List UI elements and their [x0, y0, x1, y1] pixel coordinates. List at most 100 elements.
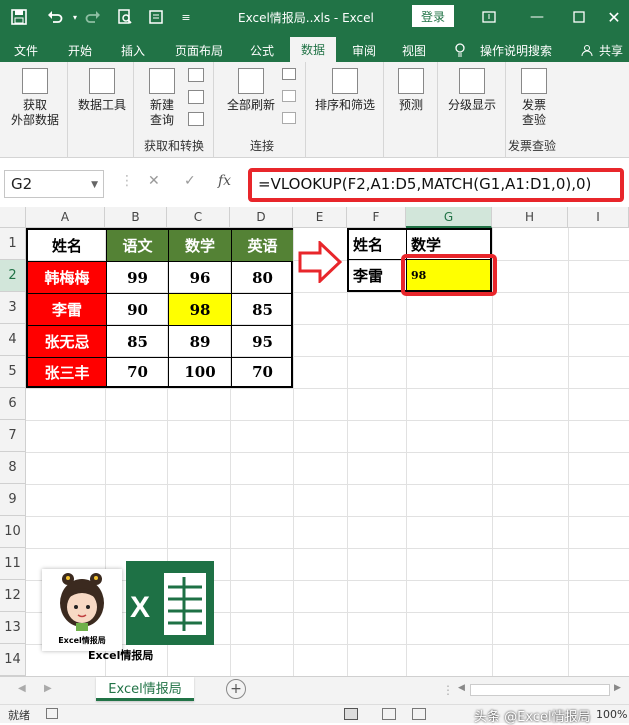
print-preview-icon[interactable]	[114, 6, 136, 28]
table-cell[interactable]: 99	[107, 262, 169, 294]
row-header-11[interactable]: 11	[0, 548, 26, 580]
table-cell[interactable]: 80	[232, 262, 293, 294]
normal-view-icon[interactable]	[344, 708, 358, 720]
table-cell[interactable]: 70	[107, 358, 169, 386]
edit-links-icon[interactable]	[282, 112, 296, 124]
insert-function-icon[interactable]: fx	[218, 173, 231, 189]
forecast-button[interactable]: 预测	[390, 68, 432, 113]
worksheet-grid[interactable]: A B C D E F G H I 1 2 3 4 5 6 7 8 9 10 1…	[0, 207, 629, 676]
table-name-cell[interactable]: 张三丰	[28, 358, 107, 386]
from-table-icon[interactable]	[188, 90, 204, 104]
table-name-cell[interactable]: 李雷	[28, 294, 107, 326]
lightbulb-icon[interactable]	[452, 38, 468, 62]
maximize-icon[interactable]	[568, 6, 590, 28]
redo-icon[interactable]	[82, 6, 104, 28]
recent-sources-icon[interactable]	[188, 112, 204, 126]
tab-review[interactable]: 审阅	[344, 38, 384, 62]
select-all-corner[interactable]	[0, 207, 26, 228]
tab-page-layout[interactable]: 页面布局	[167, 38, 231, 62]
lookup-name-input[interactable]: 李雷	[349, 260, 407, 290]
refresh-all-button[interactable]: 全部刷新	[222, 68, 280, 113]
column-header-b[interactable]: B	[105, 207, 167, 228]
sheet-tab-active[interactable]: Excel情报局	[96, 677, 194, 701]
hscroll-right-icon[interactable]: ▶	[614, 683, 621, 693]
new-query-button[interactable]: 新建 查询	[140, 68, 184, 128]
tab-home[interactable]: 开始	[60, 38, 100, 62]
row-header-10[interactable]: 10	[0, 516, 26, 548]
tab-formulas[interactable]: 公式	[242, 38, 282, 62]
show-queries-icon[interactable]	[188, 68, 204, 82]
scroll-right-icon[interactable]: ▶	[44, 683, 52, 694]
row-header-14[interactable]: 14	[0, 644, 26, 676]
column-header-e[interactable]: E	[293, 207, 347, 228]
column-header-d[interactable]: D	[230, 207, 293, 228]
row-header-1[interactable]: 1	[0, 228, 26, 260]
column-header-c[interactable]: C	[167, 207, 230, 228]
tell-me-search[interactable]: 操作说明搜索	[474, 38, 558, 62]
undo-icon[interactable]	[44, 6, 66, 28]
row-header-9[interactable]: 9	[0, 484, 26, 516]
formula-input[interactable]: =VLOOKUP(F2,A1:D5,MATCH(G1,A1:D1,0),0)	[248, 168, 624, 202]
tab-insert[interactable]: 插入	[113, 38, 153, 62]
row-header-13[interactable]: 13	[0, 612, 26, 644]
ribbon-display-icon[interactable]	[478, 6, 500, 28]
row-header-7[interactable]: 7	[0, 420, 26, 452]
row-header-5[interactable]: 5	[0, 356, 26, 388]
chevron-down-icon[interactable]: ▼	[91, 180, 98, 190]
column-header-h[interactable]: H	[492, 207, 568, 228]
table-header-cell[interactable]: 姓名	[28, 230, 107, 262]
share-button[interactable]: 共享	[596, 38, 626, 62]
save-icon[interactable]	[8, 6, 30, 28]
enter-icon[interactable]: ✓	[184, 173, 196, 189]
data-tools-button[interactable]: 数据工具	[74, 68, 130, 113]
scroll-left-icon[interactable]: ◀	[18, 683, 26, 694]
table-name-cell[interactable]: 张无忌	[28, 326, 107, 358]
name-box[interactable]: G2 ▼	[4, 170, 104, 198]
row-header-2[interactable]: 2	[0, 260, 26, 292]
row-header-3[interactable]: 3	[0, 292, 26, 324]
more-sheets-icon[interactable]: ⋮	[442, 683, 454, 697]
connections-icon[interactable]	[282, 68, 296, 80]
get-external-data-button[interactable]: 获取 外部数据	[8, 68, 62, 128]
minimize-icon[interactable]: —	[526, 6, 548, 28]
cancel-icon[interactable]: ✕	[148, 173, 160, 189]
form-icon[interactable]	[145, 6, 167, 28]
add-sheet-icon[interactable]: +	[226, 679, 246, 699]
table-cell[interactable]: 70	[232, 358, 293, 386]
close-icon[interactable]: ✕	[603, 6, 625, 28]
tab-view[interactable]: 视图	[394, 38, 434, 62]
table-cell[interactable]: 85	[107, 326, 169, 358]
table-cell[interactable]: 85	[232, 294, 293, 326]
tab-file[interactable]: 文件	[6, 38, 46, 62]
sort-filter-button[interactable]: 排序和筛选	[312, 68, 378, 113]
column-header-g[interactable]: G	[406, 207, 492, 228]
customize-icon[interactable]: ≡	[175, 6, 197, 28]
page-break-view-icon[interactable]	[412, 708, 426, 720]
table-cell[interactable]: 95	[232, 326, 293, 358]
table-header-cell[interactable]: 数学	[169, 230, 232, 262]
table-cell-highlighted[interactable]: 98	[169, 294, 232, 326]
page-layout-view-icon[interactable]	[382, 708, 396, 720]
table-cell[interactable]: 90	[107, 294, 169, 326]
more-options-icon[interactable]: ⋮	[120, 173, 134, 189]
table-cell[interactable]: 89	[169, 326, 232, 358]
row-header-4[interactable]: 4	[0, 324, 26, 356]
row-header-12[interactable]: 12	[0, 580, 26, 612]
table-cell[interactable]: 96	[169, 262, 232, 294]
column-header-f[interactable]: F	[347, 207, 406, 228]
login-button[interactable]: 登录	[412, 5, 454, 27]
column-header-a[interactable]: A	[26, 207, 105, 228]
table-header-cell[interactable]: 语文	[107, 230, 169, 262]
row-header-6[interactable]: 6	[0, 388, 26, 420]
table-name-cell[interactable]: 韩梅梅	[28, 262, 107, 294]
row-header-8[interactable]: 8	[0, 452, 26, 484]
share-icon[interactable]	[580, 38, 594, 62]
invoice-check-button[interactable]: 发票 查验	[512, 68, 556, 128]
hscroll-left-icon[interactable]: ◀	[458, 683, 468, 697]
table-header-cell[interactable]: 英语	[232, 230, 293, 262]
table-cell[interactable]: 100	[169, 358, 232, 386]
properties-icon[interactable]	[282, 90, 296, 102]
outline-button[interactable]: 分级显示	[442, 68, 502, 113]
lookup-header-name[interactable]: 姓名	[349, 230, 407, 260]
macro-record-icon[interactable]	[46, 708, 58, 719]
